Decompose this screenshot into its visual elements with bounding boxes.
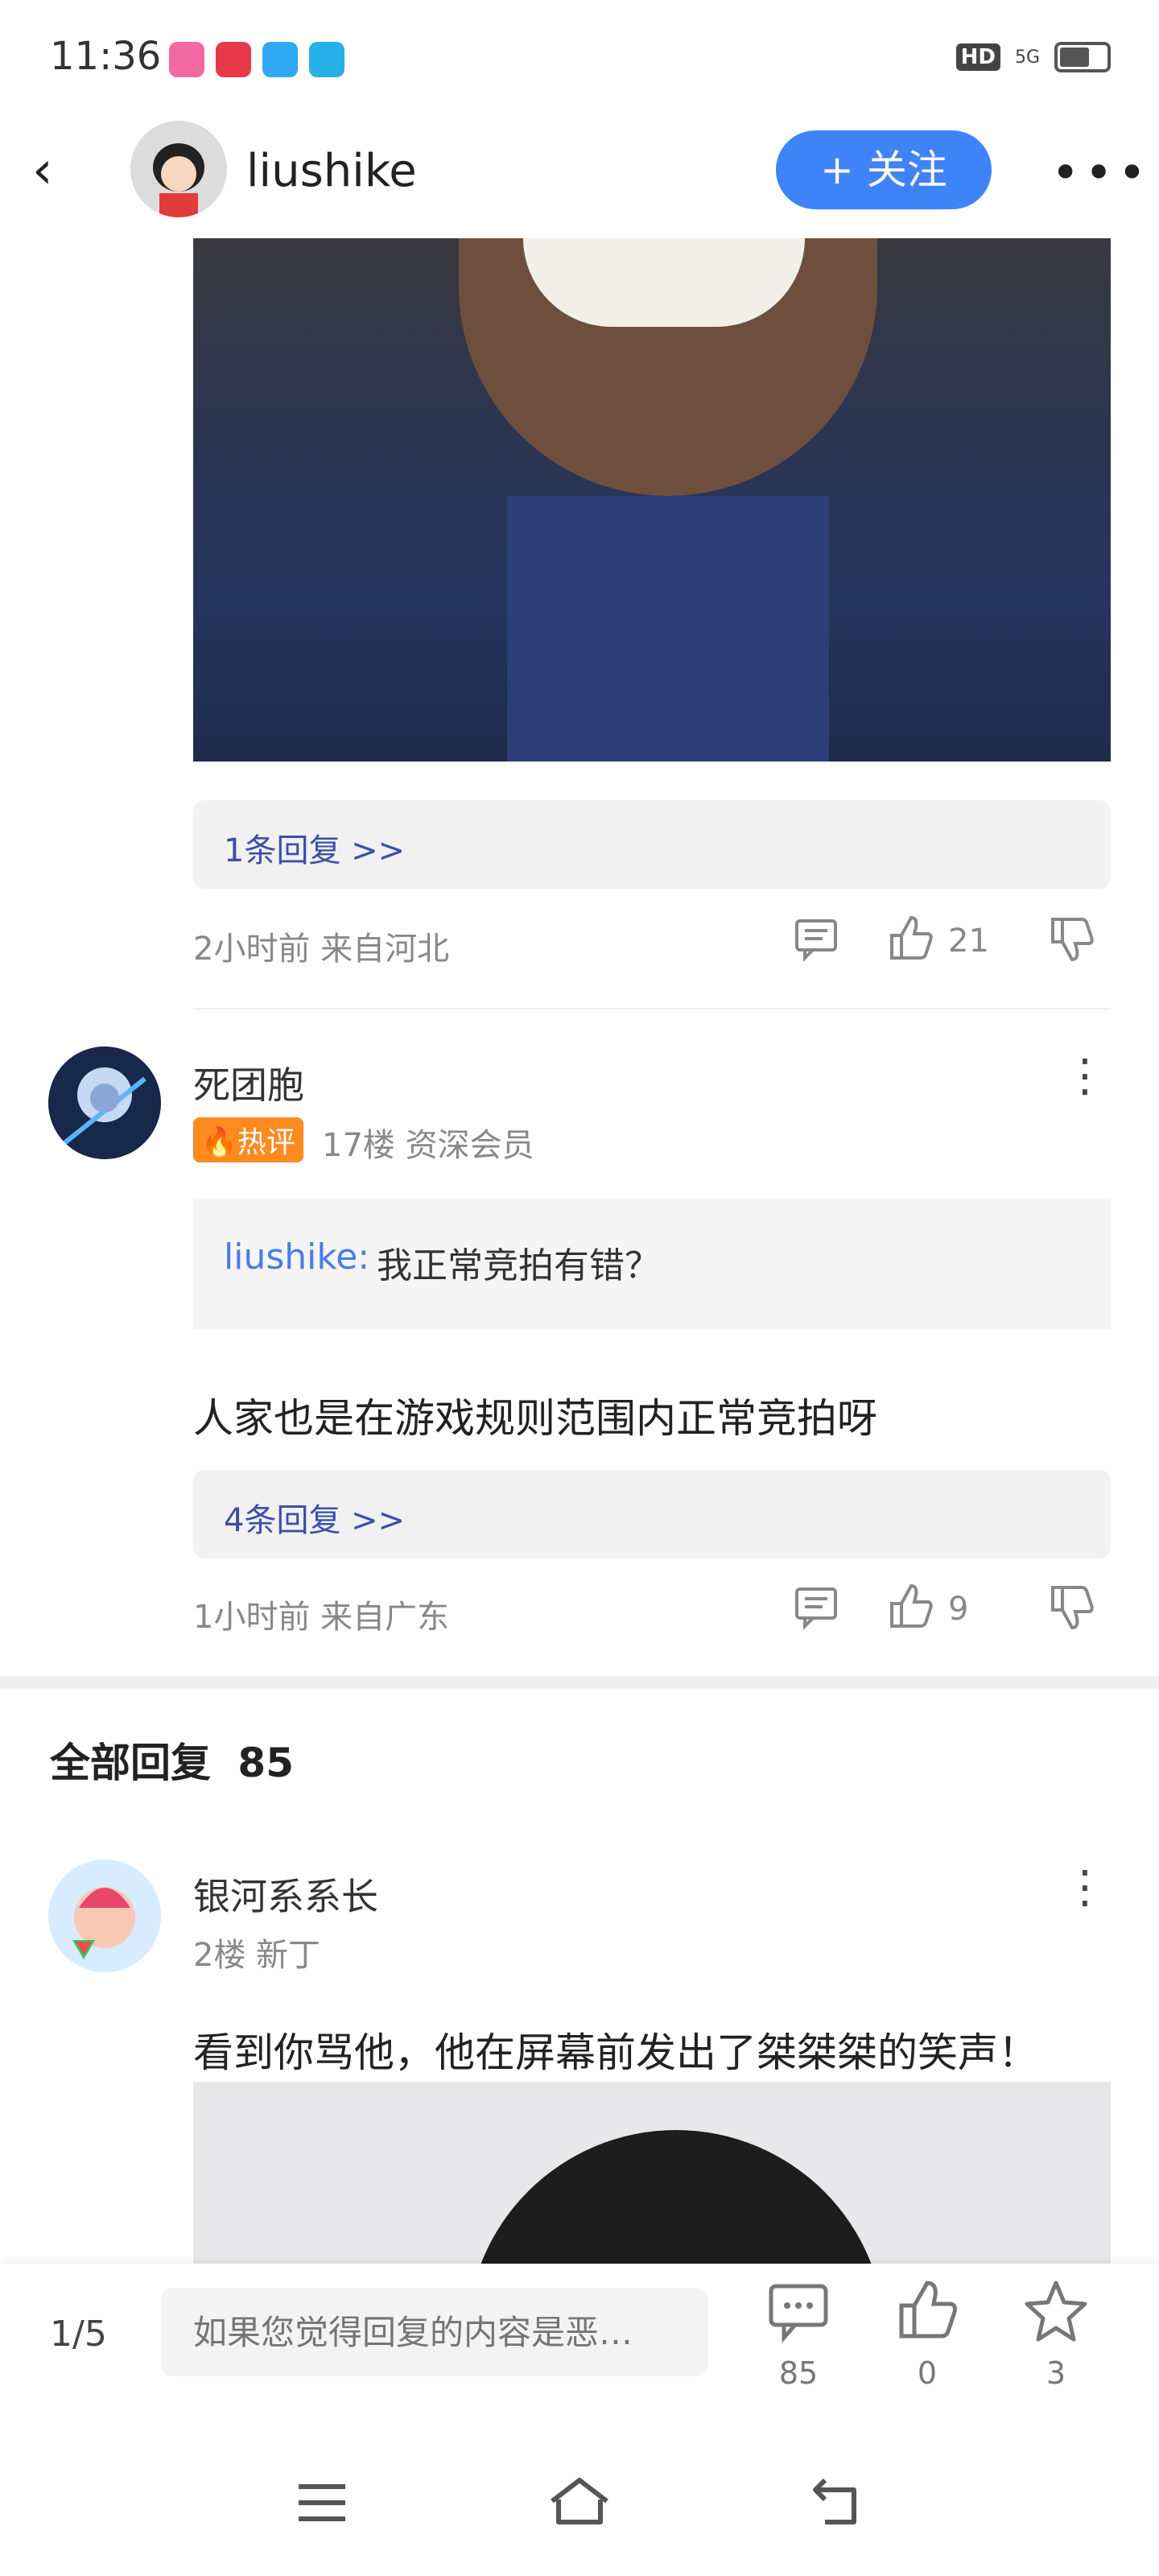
image-hair <box>467 2130 885 2267</box>
battery-icon <box>1054 42 1111 72</box>
like-count: 21 <box>948 923 989 960</box>
floor-info: 17楼 资深会员 <box>322 1127 534 1164</box>
menu-icon[interactable] <box>274 2475 370 2541</box>
thumbs-up-icon[interactable] <box>885 1581 935 1640</box>
divider <box>193 1008 1111 1009</box>
section-divider <box>0 1676 1159 1689</box>
commenter-name[interactable]: 银河系系长 <box>193 1868 378 1921</box>
image-neck <box>507 496 829 762</box>
app-notification-icon <box>169 42 204 77</box>
hot-comment-badge: 🔥热评 <box>193 1117 303 1162</box>
status-time: 11:36 <box>50 34 162 79</box>
app-notification-icon <box>216 42 251 77</box>
app-notification-icon <box>262 42 298 77</box>
comment-meta: 2小时前 来自河北 <box>193 931 450 968</box>
more-vertical-icon[interactable]: ⋮ <box>1062 1050 1107 1102</box>
back-arrow-icon[interactable]: ‹ <box>32 138 80 203</box>
replies-link[interactable]: 1条回复 >> <box>193 800 1111 889</box>
all-replies-heading: 全部回复 85 <box>50 1740 295 1786</box>
comment-input-box[interactable] <box>161 2288 708 2376</box>
image-teeth <box>523 238 805 327</box>
like-count: 9 <box>948 1591 969 1628</box>
return-icon[interactable] <box>789 2475 885 2541</box>
comment-text: 看到你骂他，他在屏幕前发出了桀桀桀的笑声！ <box>193 2029 1038 2076</box>
thumbs-down-icon[interactable] <box>1046 914 1096 973</box>
quoted-text: 我正常竞拍有错？ <box>377 1245 660 1286</box>
hd-icon: HD <box>955 43 1000 71</box>
thumbs-up-icon[interactable] <box>885 913 935 972</box>
status-indicators: HD 5G <box>955 42 1111 72</box>
floor-info: 2楼 新丁 <box>193 1937 321 1974</box>
star-icon[interactable] <box>1008 2278 1104 2356</box>
status-app-icons <box>169 42 344 77</box>
quoted-user[interactable]: liushike: <box>224 1236 369 1278</box>
favorite-count: 3 <box>1046 2355 1066 2391</box>
page-indicator[interactable]: 1/5 <box>50 2314 107 2355</box>
signal-icon: 5G <box>1014 47 1040 68</box>
username[interactable]: liushike <box>246 145 417 197</box>
thumbs-down-icon[interactable] <box>1046 1583 1096 1641</box>
avatar[interactable] <box>48 1046 161 1159</box>
quoted-reply[interactable]: liushike: 我正常竞拍有错？ <box>193 1198 1111 1330</box>
comment-icon[interactable] <box>750 2280 847 2358</box>
thumbs-up-icon[interactable] <box>879 2278 975 2356</box>
comment-icon[interactable] <box>792 914 840 972</box>
avatar[interactable] <box>48 1860 161 1972</box>
comment-icon[interactable] <box>792 1583 840 1640</box>
home-icon[interactable] <box>531 2475 628 2541</box>
follow-button[interactable]: + 关注 <box>776 130 992 209</box>
comment-input[interactable] <box>161 2288 708 2376</box>
commenter-name[interactable]: 死团胞 <box>193 1056 304 1109</box>
avatar[interactable] <box>130 121 227 217</box>
comment-text: 人家也是在游戏规则范围内正常竞拍呀 <box>193 1395 877 1442</box>
comment-count: 85 <box>778 2355 819 2391</box>
more-vertical-icon[interactable]: ⋮ <box>1062 1861 1107 1913</box>
replies-link[interactable]: 4条回复 >> <box>193 1470 1111 1558</box>
comment-image[interactable] <box>193 238 1111 762</box>
comment-meta: 1小时前 来自广东 <box>193 1599 450 1636</box>
app-notification-icon <box>309 42 344 77</box>
comment-image[interactable] <box>193 2082 1111 2267</box>
more-horizontal-icon[interactable]: ••• <box>1051 145 1151 201</box>
like-count: 0 <box>917 2355 938 2391</box>
